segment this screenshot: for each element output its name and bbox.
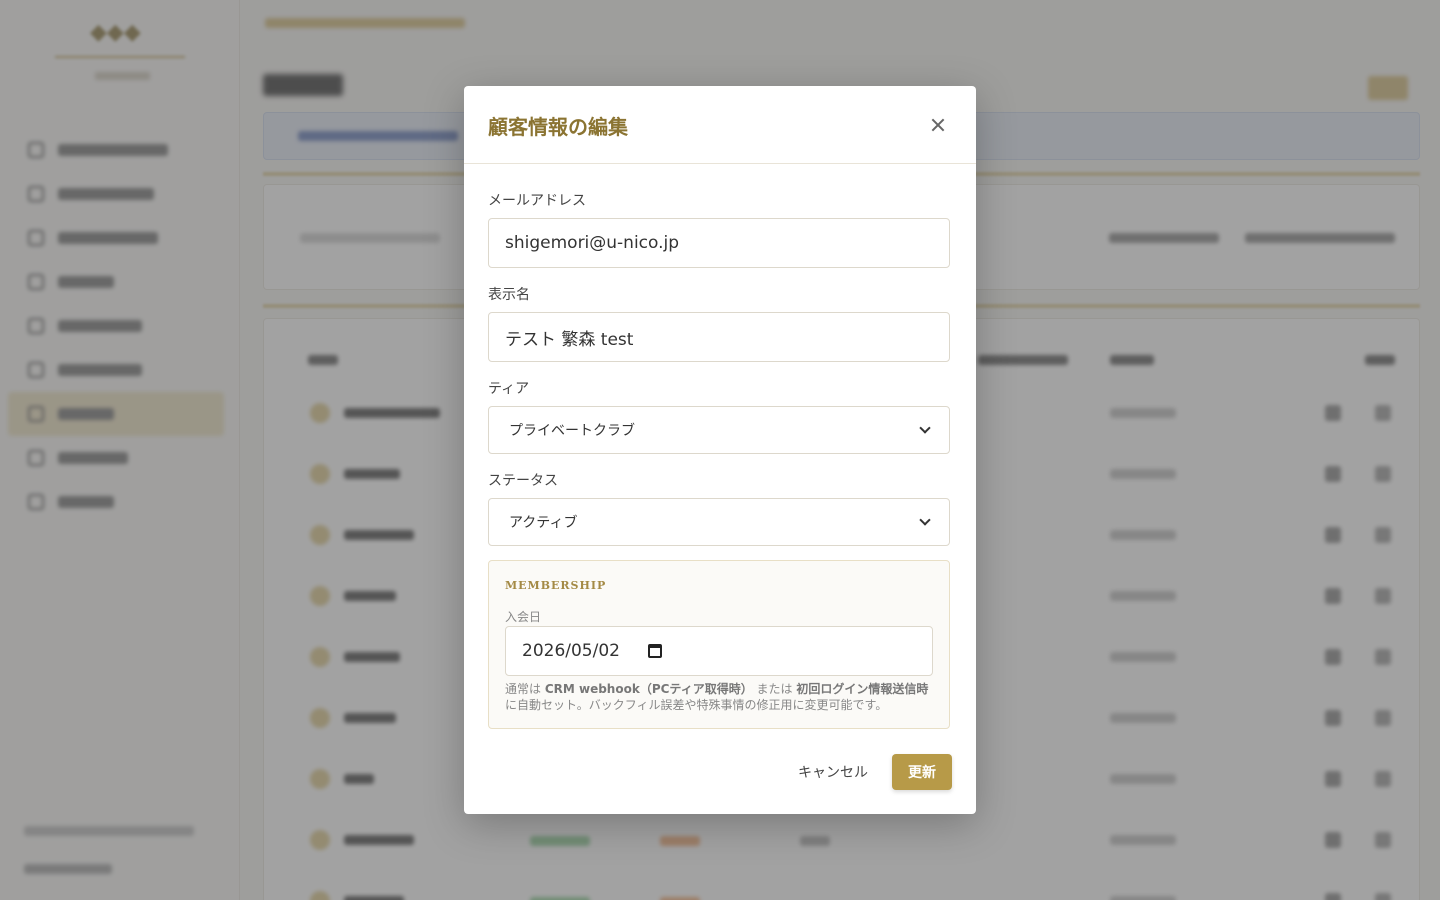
calendar-icon[interactable] <box>648 644 662 658</box>
update-button[interactable]: 更新 <box>892 754 952 790</box>
chevron-down-icon <box>919 514 931 526</box>
tier-group: ティア プライベートクラブ <box>488 378 950 454</box>
close-icon[interactable] <box>926 113 950 137</box>
join-date-help: 通常は CRM webhook（PCティア取得時） または 初回ログイン情報送信… <box>505 681 937 713</box>
membership-heading: MEMBERSHIP <box>505 579 607 592</box>
help-text: または <box>752 682 797 696</box>
join-date-field[interactable]: 2026/05/02 <box>505 626 933 676</box>
modal-header: 顧客情報の編集 <box>464 86 976 164</box>
status-selected-value: アクティブ <box>509 515 578 531</box>
display-name-label: 表示名 <box>488 287 530 303</box>
help-text: 通常は <box>505 682 545 696</box>
modal-footer: キャンセル 更新 <box>798 754 952 790</box>
help-text: に自動セット。バックフィル誤差や特殊事情の修正用に変更可能です。 <box>505 698 888 712</box>
chevron-down-icon <box>919 422 931 434</box>
email-group: メールアドレス shigemori@u-nico.jp <box>488 190 950 268</box>
edit-customer-modal: 顧客情報の編集 メールアドレス shigemori@u-nico.jp 表示名 … <box>464 86 976 814</box>
email-field[interactable]: shigemori@u-nico.jp <box>488 218 950 268</box>
display-name-group: 表示名 テスト 繁森 test <box>488 284 950 362</box>
tier-selected-value: プライベートクラブ <box>509 423 635 439</box>
status-select[interactable]: アクティブ <box>488 498 950 546</box>
cancel-button[interactable]: キャンセル <box>798 762 868 782</box>
join-date-label: 入会日 <box>505 610 542 624</box>
join-date-value: 2026/05/02 <box>522 641 620 661</box>
tier-label: ティア <box>488 381 530 397</box>
help-strong-crm: CRM webhook（PCティア取得時） <box>544 682 753 696</box>
modal-title: 顧客情報の編集 <box>488 115 628 139</box>
membership-section: MEMBERSHIP 入会日 2026/05/02 通常は CRM webhoo… <box>488 560 950 729</box>
display-name-field[interactable]: テスト 繁森 test <box>488 312 950 362</box>
status-group: ステータス アクティブ <box>488 470 950 546</box>
tier-select[interactable]: プライベートクラブ <box>488 406 950 454</box>
email-label: メールアドレス <box>488 193 586 209</box>
help-strong-login: 初回ログイン情報送信時 <box>796 682 929 696</box>
status-label: ステータス <box>488 473 558 489</box>
